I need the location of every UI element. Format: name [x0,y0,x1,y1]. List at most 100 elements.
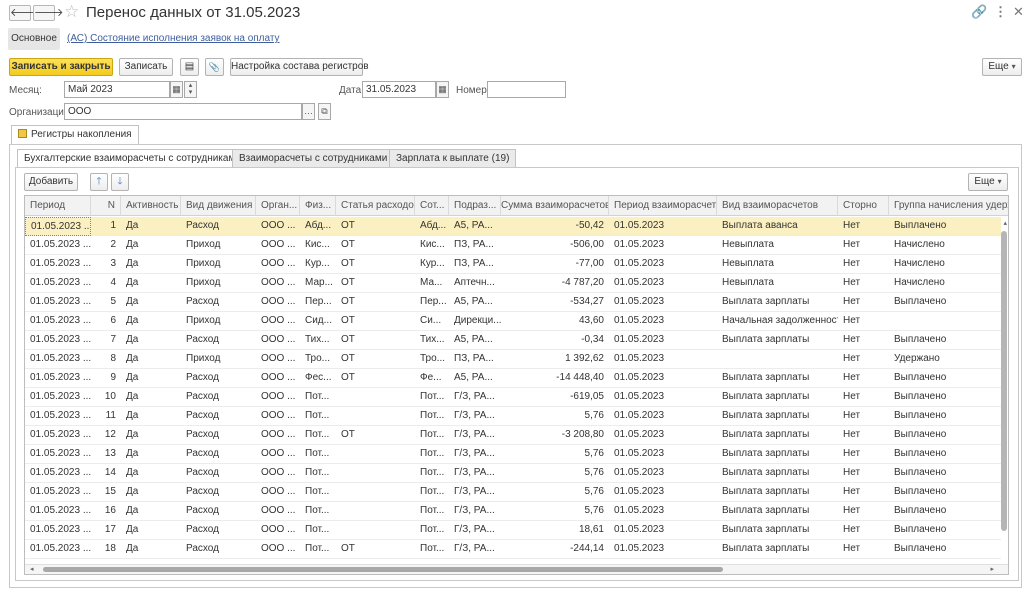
cell-col-activity[interactable]: Да [121,293,181,312]
cell-col-expense-item[interactable] [336,464,415,483]
table-row[interactable]: 01.05.2023 ... 16 Да Расход ООО ... Пот... Пот… [25,502,1001,521]
cell-col-activity[interactable]: Да [121,426,181,445]
cell-col-n[interactable]: 9 [91,369,121,388]
cell-col-n[interactable]: 2 [91,236,121,255]
table-row[interactable]: 01.05.2023 ... 6 Да Приход ООО ... Сид... ОТ Си… [25,312,1001,331]
cell-col-expense-item[interactable]: ОТ [336,369,415,388]
cell-col-period[interactable]: 01.05.2023 ... [25,350,91,369]
move-up-button[interactable]: 🡑 [90,173,108,191]
cell-col-organization[interactable]: ООО ... [256,217,300,236]
cell-col-activity[interactable]: Да [121,540,181,559]
table-row[interactable]: 01.05.2023 ... 10 Да Расход ООО ... Пот... Пот… [25,388,1001,407]
cell-col-settlement-period[interactable]: 01.05.2023 [609,331,717,350]
cell-col-settlement-period[interactable]: 01.05.2023 [609,293,717,312]
cell-col-individual[interactable]: Тих... [300,331,336,350]
cell-col-individual[interactable]: Кис... [300,236,336,255]
cell-col-movement[interactable]: Приход [181,312,256,331]
header-col-expense-item[interactable]: Статья расходов [336,196,415,216]
cell-col-organization[interactable]: ООО ... [256,312,300,331]
grid-more-button[interactable]: Еще ▾ [968,173,1008,191]
cell-col-n[interactable]: 6 [91,312,121,331]
header-col-n[interactable]: N [91,196,121,216]
cell-col-activity[interactable]: Да [121,369,181,388]
more-vertical-icon[interactable]: ⋮ [994,5,1007,19]
cell-col-period[interactable]: 01.05.2023 ... [25,483,91,502]
header-col-movement[interactable]: Вид движения [181,196,256,216]
cell-col-amount[interactable]: -3 208,80 [501,426,609,445]
cell-col-expense-item[interactable]: ОТ [336,236,415,255]
cell-col-period[interactable]: 01.05.2023 ... [25,312,91,331]
cell-col-activity[interactable]: Да [121,521,181,540]
section-main[interactable]: Основное [8,28,60,50]
cell-col-movement[interactable]: Приход [181,274,256,293]
cell-col-organization[interactable]: ООО ... [256,407,300,426]
cell-col-settlement-type[interactable]: Выплата зарплаты [717,369,838,388]
cell-col-period[interactable]: 01.05.2023 ... [25,426,91,445]
cell-col-expense-item[interactable] [336,483,415,502]
cell-col-n[interactable]: 14 [91,464,121,483]
cell-col-settlement-period[interactable]: 01.05.2023 [609,312,717,331]
forward-button[interactable]: 🡒 [33,5,64,21]
header-col-individual[interactable]: Физ... [300,196,336,216]
cell-col-movement[interactable]: Приход [181,236,256,255]
cell-col-department[interactable]: А5, РА... [449,293,501,312]
cell-col-expense-item[interactable]: ОТ [336,255,415,274]
organization-open-button[interactable]: ⧉ [318,103,331,120]
cell-col-amount[interactable]: -50,42 [501,217,609,236]
cell-col-individual[interactable]: Пот... [300,388,336,407]
cell-col-department[interactable]: Г/З, РА... [449,388,501,407]
table-row[interactable]: 01.05.2023 ... 7 Да Расход ООО ... Тих... ОТ Ти… [25,331,1001,350]
header-col-settlement-period[interactable]: Период взаиморасчетов [609,196,717,216]
cell-col-period[interactable]: 01.05.2023 ... [25,369,91,388]
cell-col-organization[interactable]: ООО ... [256,540,300,559]
cell-col-organization[interactable]: ООО ... [256,274,300,293]
cell-col-period[interactable]: 01.05.2023 ... [25,293,91,312]
cell-col-reversal[interactable]: Нет [838,274,889,293]
cell-col-settlement-type[interactable]: Невыплата [717,255,838,274]
cell-col-activity[interactable]: Да [121,255,181,274]
cell-col-settlement-type[interactable]: Выплата зарплаты [717,540,838,559]
cell-col-activity[interactable]: Да [121,236,181,255]
organization-select-button[interactable]: … [302,103,315,120]
cell-col-amount[interactable]: -619,05 [501,388,609,407]
cell-col-department[interactable]: Г/З, РА... [449,502,501,521]
cell-col-individual[interactable]: Абд... [300,217,336,236]
cell-col-reversal[interactable]: Нет [838,217,889,236]
cell-col-settlement-type[interactable]: Выплата зарплаты [717,293,838,312]
header-col-organization[interactable]: Орган... [256,196,300,216]
cell-col-accrual-group[interactable]: Выплачено [889,217,1001,236]
table-row[interactable]: 01.05.2023 ... 17 Да Расход ООО ... Пот... Пот… [25,521,1001,540]
cell-col-n[interactable]: 13 [91,445,121,464]
cell-col-movement[interactable]: Расход [181,217,256,236]
cell-col-amount[interactable]: 5,76 [501,502,609,521]
cell-col-activity[interactable]: Да [121,331,181,350]
header-col-settlement-type[interactable]: Вид взаиморасчетов [717,196,838,216]
cell-col-amount[interactable]: 5,76 [501,445,609,464]
cell-col-amount[interactable]: -77,00 [501,255,609,274]
attach-button[interactable]: 📎 [205,58,224,76]
cell-col-movement[interactable]: Расход [181,369,256,388]
cell-col-expense-item[interactable] [336,521,415,540]
cell-col-accrual-group[interactable]: Начислено [889,255,1001,274]
cell-col-organization[interactable]: ООО ... [256,521,300,540]
cell-col-reversal[interactable]: Нет [838,464,889,483]
cell-col-expense-item[interactable] [336,388,415,407]
tab-accounting-settlements[interactable]: Бухгалтерские взаиморасчеты с сотрудника… [17,149,269,169]
cell-col-reversal[interactable]: Нет [838,502,889,521]
cell-col-department[interactable]: Г/З, РА... [449,521,501,540]
cell-col-movement[interactable]: Расход [181,331,256,350]
cell-col-employee[interactable]: Ма... [415,274,449,293]
cell-col-accrual-group[interactable]: Удержано [889,350,1001,369]
cell-col-individual[interactable]: Фес... [300,369,336,388]
scroll-right-icon[interactable]: ▸ [990,565,994,573]
cell-col-movement[interactable]: Расход [181,445,256,464]
cell-col-expense-item[interactable]: ОТ [336,540,415,559]
cell-col-settlement-type[interactable]: Выплата зарплаты [717,426,838,445]
cell-col-individual[interactable]: Пот... [300,407,336,426]
cell-col-movement[interactable]: Расход [181,502,256,521]
cell-col-employee[interactable]: Пот... [415,521,449,540]
table-row[interactable]: 01.05.2023 ... 15 Да Расход ООО ... Пот... Пот… [25,483,1001,502]
cell-col-activity[interactable]: Да [121,274,181,293]
cell-col-individual[interactable]: Мар... [300,274,336,293]
table-row[interactable]: 01.05.2023 ... 9 Да Расход ООО ... Фес... ОТ Фе… [25,369,1001,388]
